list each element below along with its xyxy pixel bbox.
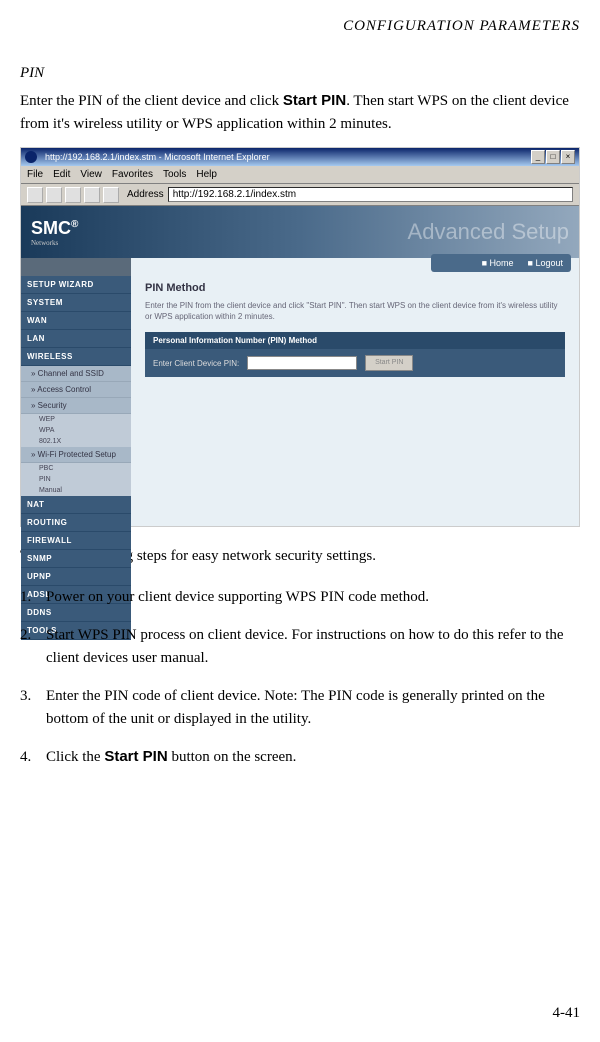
window-controls: _ □ × xyxy=(531,150,575,164)
menu-file[interactable]: File xyxy=(27,169,43,180)
maximize-button[interactable]: □ xyxy=(546,150,560,164)
sidebar-item-firewall[interactable]: FIREWALL xyxy=(21,532,131,550)
home-icon[interactable] xyxy=(103,187,119,203)
sidebar-item-channel-and-ssid[interactable]: » Channel and SSID xyxy=(21,366,131,382)
step-4: Click the Start PIN button on the screen… xyxy=(20,746,580,769)
section-title: PIN xyxy=(20,65,580,82)
stop-icon[interactable] xyxy=(65,187,81,203)
back-icon[interactable] xyxy=(27,187,43,203)
banner-nav: ■ Home ■ Logout xyxy=(482,258,563,268)
address-label: Address xyxy=(127,189,164,200)
pin-section-header: Personal Information Number (PIN) Method xyxy=(145,332,565,349)
start-pin-button[interactable]: Start PIN xyxy=(365,355,413,371)
panel-title: PIN Method xyxy=(145,282,565,294)
page-number: 4-41 xyxy=(553,1005,581,1022)
ie-icon xyxy=(25,151,37,163)
sidebar-item-wireless[interactable]: WIRELESS xyxy=(21,348,131,366)
sidebar-item-pbc[interactable]: PBC xyxy=(21,463,131,474)
sidebar-item-pin[interactable]: PIN xyxy=(21,474,131,485)
forward-icon[interactable] xyxy=(46,187,62,203)
smc-logo-sub: Networks xyxy=(31,239,78,247)
menu-view[interactable]: View xyxy=(80,169,102,180)
window-titlebar: http://192.168.2.1/index.stm - Microsoft… xyxy=(21,148,579,166)
window-title: http://192.168.2.1/index.stm - Microsoft… xyxy=(45,152,270,162)
intro-bold: Start PIN xyxy=(283,92,346,109)
sidebar-item-snmp[interactable]: SNMP xyxy=(21,550,131,568)
sidebar-item-802-1x[interactable]: 802.1X xyxy=(21,436,131,447)
page-banner: SMC® Networks Advanced Setup xyxy=(21,206,579,258)
banner-title: Advanced Setup xyxy=(408,219,569,245)
banner-link-logout[interactable]: ■ Logout xyxy=(528,258,563,268)
sidebar-item-security[interactable]: » Security xyxy=(21,398,131,414)
sidebar-item-lan[interactable]: LAN xyxy=(21,330,131,348)
step-1: Power on your client device supporting W… xyxy=(20,586,580,609)
panel-description: Enter the PIN from the client device and… xyxy=(145,300,565,322)
pin-input[interactable] xyxy=(247,356,357,370)
sidebar-item-system[interactable]: SYSTEM xyxy=(21,294,131,312)
step-3: Enter the PIN code of client device. Not… xyxy=(20,685,580,730)
intro-paragraph: Enter the PIN of the client device and c… xyxy=(20,90,580,135)
sidebar-item-nat[interactable]: NAT xyxy=(21,496,131,514)
pin-entry-row: Enter Client Device PIN: Start PIN xyxy=(145,349,565,377)
banner-link-home[interactable]: ■ Home xyxy=(482,258,514,268)
close-button[interactable]: × xyxy=(561,150,575,164)
page-header: CONFIGURATION PARAMETERS xyxy=(20,18,580,35)
sidebar-item-setup-wizard[interactable]: SETUP WIZARD xyxy=(21,276,131,294)
sidebar-item-manual[interactable]: Manual xyxy=(21,485,131,496)
minimize-button[interactable]: _ xyxy=(531,150,545,164)
router-admin-screenshot: http://192.168.2.1/index.stm - Microsoft… xyxy=(20,147,580,527)
smc-logo: SMC® xyxy=(31,218,78,238)
address-input[interactable]: http://192.168.2.1/index.stm xyxy=(168,187,573,202)
sidebar-item-wi-fi-protected-setup[interactable]: » Wi-Fi Protected Setup xyxy=(21,447,131,463)
sidebar-item-access-control[interactable]: » Access Control xyxy=(21,382,131,398)
address-toolbar: Address http://192.168.2.1/index.stm xyxy=(21,184,579,206)
refresh-icon[interactable] xyxy=(84,187,100,203)
intro-text-pre: Enter the PIN of the client device and c… xyxy=(20,93,283,109)
sidebar-item-wep[interactable]: WEP xyxy=(21,414,131,425)
sidebar-item-upnp[interactable]: UPNP xyxy=(21,568,131,586)
pin-field-label: Enter Client Device PIN: xyxy=(153,359,239,368)
address-value: http://192.168.2.1/index.stm xyxy=(173,189,296,200)
menu-tools[interactable]: Tools xyxy=(163,169,186,180)
sidebar-item-routing[interactable]: ROUTING xyxy=(21,514,131,532)
sidebar-item-wpa[interactable]: WPA xyxy=(21,425,131,436)
menu-help[interactable]: Help xyxy=(196,169,217,180)
menu-favorites[interactable]: Favorites xyxy=(112,169,153,180)
sidebar-item-wan[interactable]: WAN xyxy=(21,312,131,330)
menu-bar: File Edit View Favorites Tools Help xyxy=(21,166,579,184)
menu-edit[interactable]: Edit xyxy=(53,169,70,180)
step-2: Start WPS PIN process on client device. … xyxy=(20,624,580,669)
